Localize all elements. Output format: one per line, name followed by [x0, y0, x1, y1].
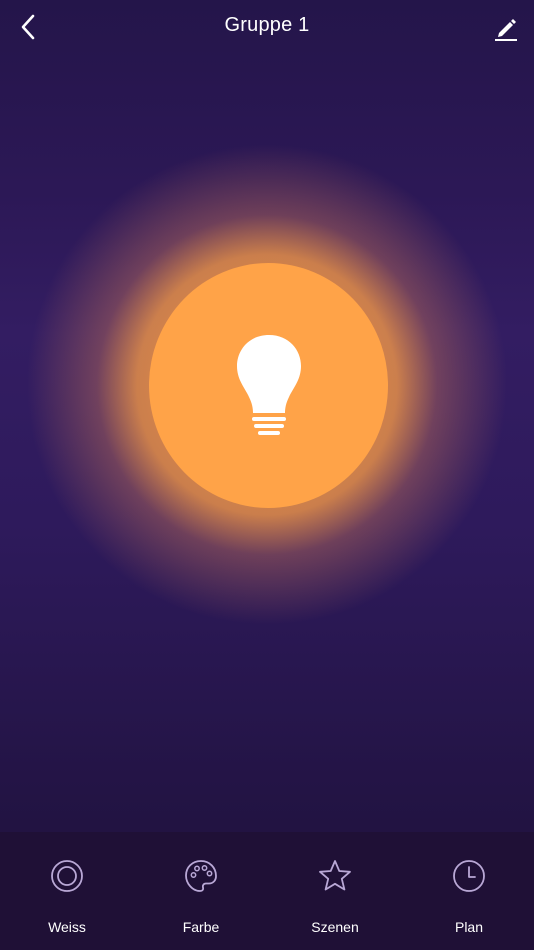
tab-plan[interactable]: Plan [402, 832, 534, 950]
bottom-tab-bar: Weiss Farbe Szenen Plan [0, 832, 534, 950]
lamp-toggle-button[interactable] [149, 263, 388, 508]
tab-label-farbe: Farbe [182, 919, 220, 935]
lightbulb-icon [237, 335, 301, 435]
tab-label-szenen: Szenen [311, 919, 359, 935]
circle-ring-icon [51, 860, 83, 892]
page-title: Gruppe 1 [224, 14, 310, 36]
palette-icon [185, 860, 217, 892]
tab-label-plan: Plan [454, 919, 484, 935]
app-screen: Gruppe 1 Weiss Farbe Szenen Plan [0, 0, 534, 950]
clock-icon [453, 860, 485, 892]
header-bar: Gruppe 1 [0, 0, 534, 56]
edit-button[interactable] [492, 14, 520, 42]
pencil-icon [495, 19, 517, 41]
tab-farbe[interactable]: Farbe [134, 832, 268, 950]
tab-szenen[interactable]: Szenen [268, 832, 402, 950]
star-icon [319, 860, 351, 891]
tab-weiss[interactable]: Weiss [0, 832, 134, 950]
tab-label-weiss: Weiss [48, 919, 86, 935]
